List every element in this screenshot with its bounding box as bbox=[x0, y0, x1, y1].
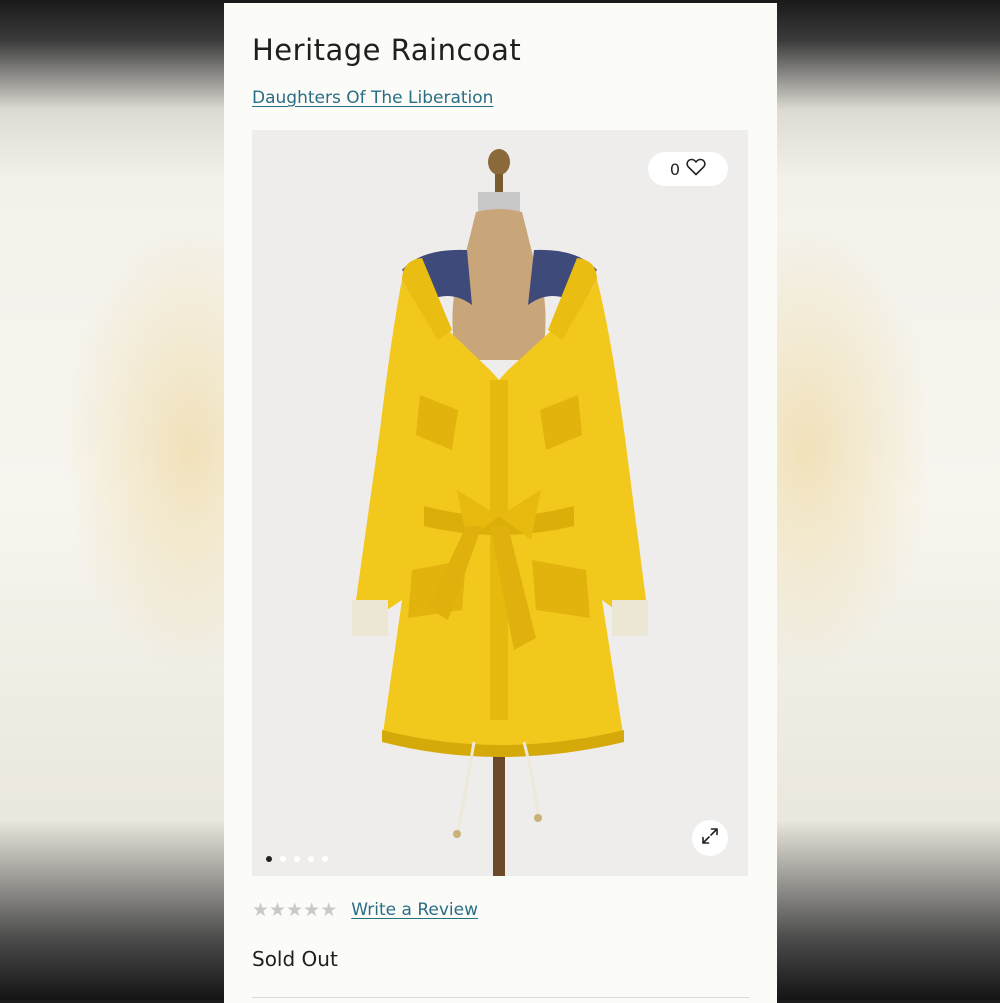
product-image bbox=[252, 130, 748, 876]
star-rating: ★ ★ ★ ★ ★ bbox=[252, 901, 337, 920]
favorite-button[interactable]: 0 bbox=[648, 152, 728, 186]
product-card: Heritage Raincoat Daughters Of The Liber… bbox=[224, 3, 777, 1003]
brand-link[interactable]: Daughters Of The Liberation bbox=[252, 88, 493, 108]
carousel-dot[interactable] bbox=[280, 856, 286, 862]
star-icon: ★ bbox=[269, 899, 287, 921]
rating-row: ★ ★ ★ ★ ★ Write a Review bbox=[252, 900, 478, 920]
product-image-gallery[interactable]: 0 bbox=[252, 130, 748, 876]
favorite-count: 0 bbox=[669, 159, 681, 179]
expand-image-button[interactable] bbox=[692, 820, 728, 856]
star-icon: ★ bbox=[286, 899, 304, 921]
carousel-dot[interactable] bbox=[294, 856, 300, 862]
carousel-dots bbox=[266, 856, 328, 862]
product-title: Heritage Raincoat bbox=[252, 33, 522, 67]
heart-icon bbox=[686, 158, 706, 180]
background-blur-right bbox=[776, 0, 1000, 1000]
star-icon: ★ bbox=[303, 899, 321, 921]
write-review-link[interactable]: Write a Review bbox=[351, 900, 478, 920]
expand-icon bbox=[701, 827, 719, 850]
divider bbox=[252, 997, 749, 998]
star-icon: ★ bbox=[252, 899, 270, 921]
carousel-dot[interactable] bbox=[266, 856, 272, 862]
stock-status: Sold Out bbox=[252, 947, 338, 971]
carousel-dot[interactable] bbox=[308, 856, 314, 862]
background-blur-left bbox=[0, 0, 224, 1000]
star-icon: ★ bbox=[320, 899, 338, 921]
carousel-dot[interactable] bbox=[322, 856, 328, 862]
